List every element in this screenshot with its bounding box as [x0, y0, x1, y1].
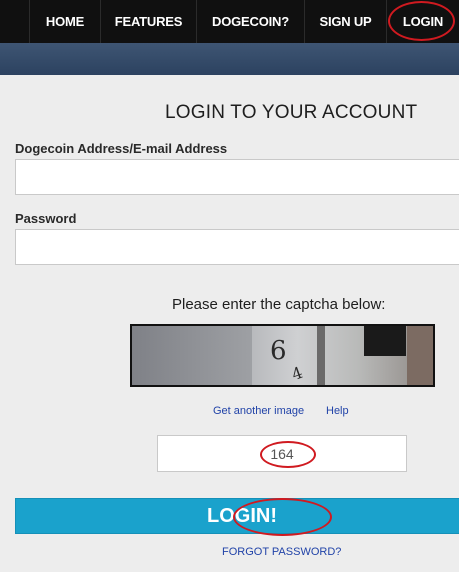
captcha-dark-patch: [364, 326, 406, 356]
nav-sign-up[interactable]: SIGN UP: [304, 0, 386, 43]
captcha-stroke: [317, 326, 325, 385]
nav-login-highlight-ring: [388, 1, 455, 41]
forgot-password-link[interactable]: FORGOT PASSWORD?: [222, 546, 341, 558]
captcha-glyph: 6: [270, 336, 287, 366]
login-button[interactable]: LOGIN!: [15, 498, 459, 534]
page-title: LOGIN TO YOUR ACCOUNT: [165, 102, 418, 123]
captcha-edge: [407, 326, 433, 385]
help-link[interactable]: Help: [326, 405, 349, 417]
top-nav: HOME FEATURES DOGECOIN? SIGN UP LOGIN: [0, 0, 459, 43]
address-label: Dogecoin Address/E-mail Address: [15, 141, 228, 156]
address-input[interactable]: [15, 159, 459, 195]
nav-features[interactable]: FEATURES: [100, 0, 196, 43]
nav-dogecoin[interactable]: DOGECOIN?: [196, 0, 304, 43]
captcha-glyph: 4: [289, 362, 306, 385]
captcha-image: 6 4: [130, 324, 435, 387]
header-band: [0, 43, 459, 75]
captcha-background: [132, 326, 252, 385]
password-label: Password: [15, 211, 77, 226]
get-another-image-link[interactable]: Get another image: [213, 405, 304, 417]
captcha-prompt: Please enter the captcha below:: [172, 296, 386, 313]
nav-home[interactable]: HOME: [29, 0, 100, 43]
password-input[interactable]: [15, 229, 459, 265]
captcha-input[interactable]: [157, 435, 407, 472]
login-button-label: LOGIN!: [207, 504, 277, 527]
